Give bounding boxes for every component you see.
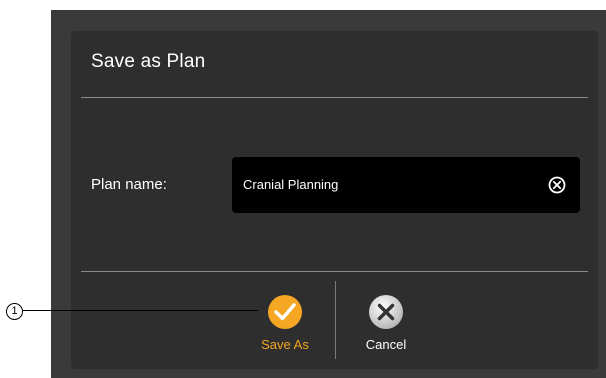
- callout-leader-line: [22, 310, 258, 311]
- plan-name-input[interactable]: Cranial Planning: [232, 157, 580, 213]
- x-circle-icon: [369, 295, 403, 329]
- screenshot-stage: Save as Plan Plan name: Cranial Planning…: [0, 0, 606, 378]
- clear-icon[interactable]: [548, 176, 566, 194]
- save-as-plan-dialog: Save as Plan Plan name: Cranial Planning…: [71, 31, 598, 369]
- title-divider: [81, 97, 588, 98]
- save-as-button[interactable]: Save As: [245, 293, 325, 363]
- plan-name-value[interactable]: Cranial Planning: [243, 177, 338, 192]
- callout-marker: 1: [6, 303, 23, 320]
- button-separator: [335, 281, 336, 359]
- plan-name-label: Plan name:: [91, 176, 167, 193]
- cancel-label: Cancel: [365, 337, 407, 352]
- cancel-button[interactable]: Cancel: [346, 293, 426, 363]
- footer-divider: [81, 271, 588, 272]
- save-as-label: Save As: [261, 337, 309, 352]
- checkmark-circle-icon: [268, 295, 302, 329]
- dialog-title: Save as Plan: [91, 51, 206, 72]
